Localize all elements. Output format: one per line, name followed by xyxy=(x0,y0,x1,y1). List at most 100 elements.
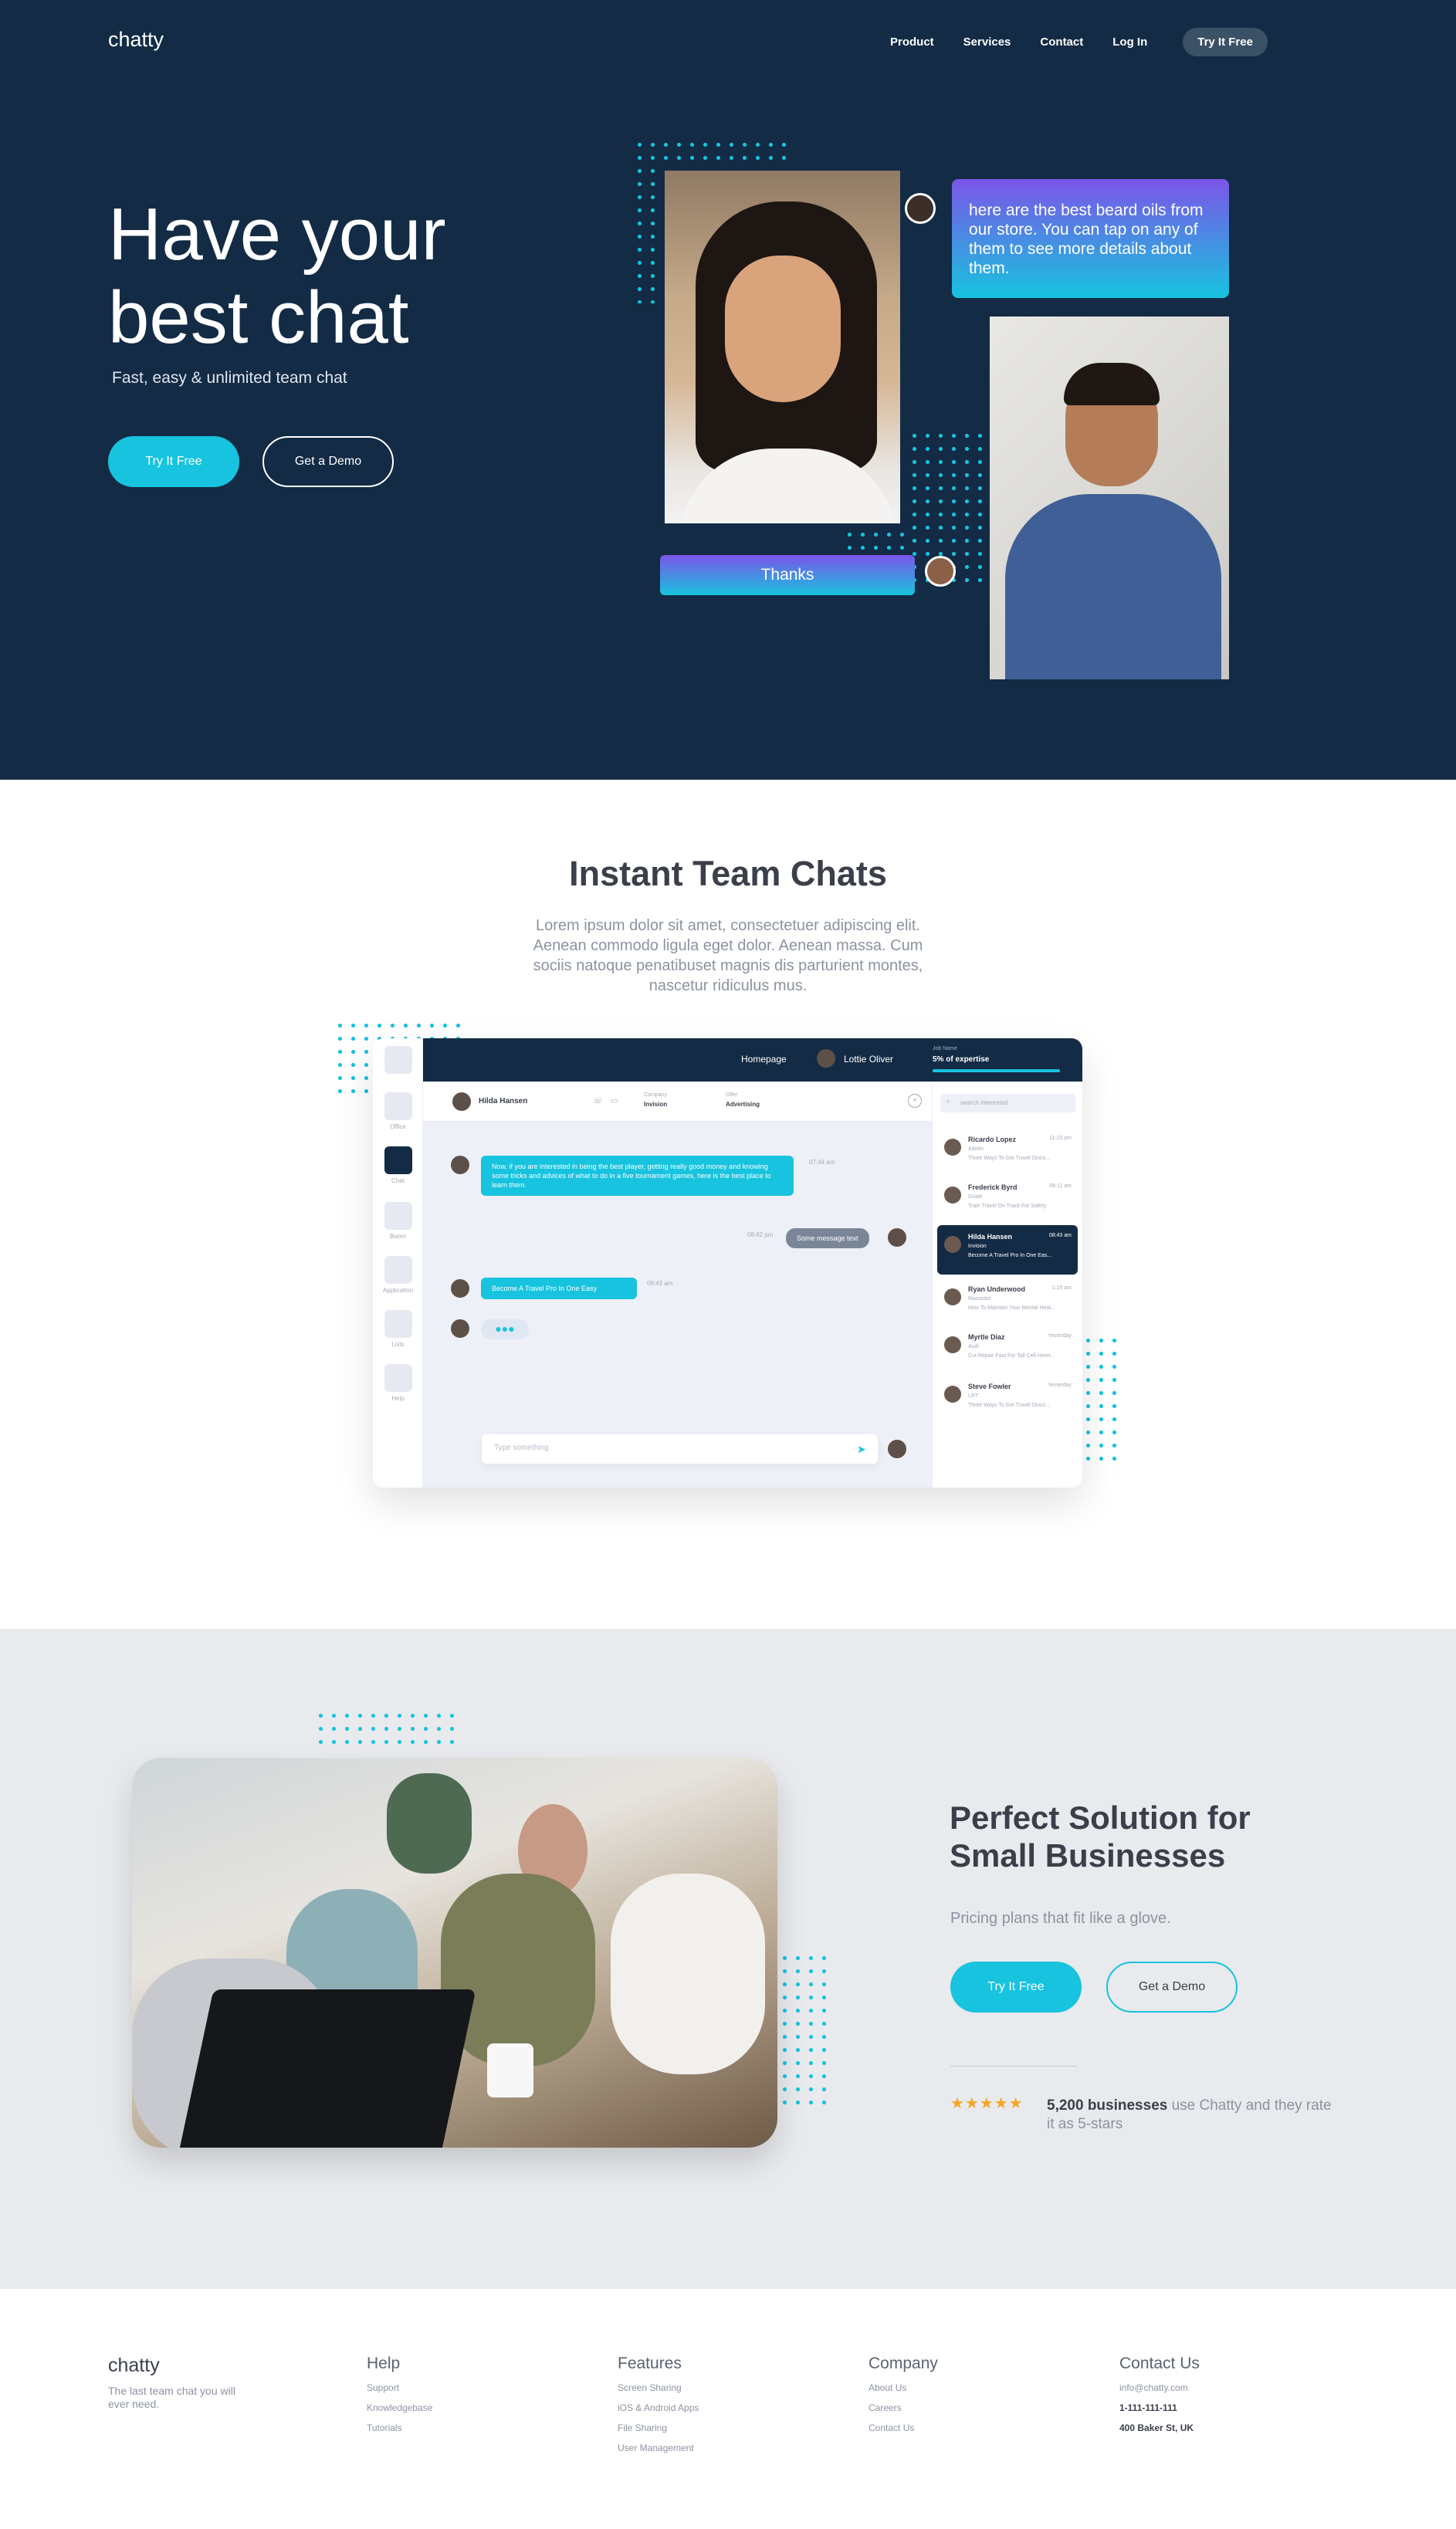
nav-contact-link[interactable]: Contact xyxy=(1040,36,1083,49)
contact-search-input[interactable]: search interested xyxy=(940,1094,1075,1112)
footer-email-link[interactable]: info@chatty.com xyxy=(1119,2382,1200,2393)
footer-link[interactable]: Contact Us xyxy=(869,2422,938,2433)
contact-name: Ricardo Lopez xyxy=(968,1136,1017,1143)
contact-name: Frederick Byrd xyxy=(968,1183,1018,1191)
dot-pattern xyxy=(778,1952,826,2108)
chat-messages: Now, if you are interested in being the … xyxy=(423,1122,932,1488)
avatar xyxy=(944,1187,961,1204)
footer-link[interactable]: Knowledgebase xyxy=(367,2402,432,2413)
footer-link[interactable]: File Sharing xyxy=(618,2422,699,2433)
app-sidebar: Office Chat Boom Application Lists Help xyxy=(373,1038,423,1488)
hero-subtitle: Fast, easy & unlimited team chat xyxy=(112,369,347,387)
contact-item[interactable]: Ricardo Lopez Admin Three Ways To Get Tr… xyxy=(937,1128,1078,1173)
offer-value: Advertising xyxy=(726,1101,760,1108)
avatar xyxy=(944,1288,961,1305)
rating-count: 5,200 businesses xyxy=(1047,2097,1168,2114)
homepage-link[interactable]: Homepage xyxy=(741,1054,787,1065)
video-icon[interactable]: ▭ xyxy=(611,1097,618,1105)
contact-item[interactable]: Frederick Byrd Guide Train Travel On Tra… xyxy=(937,1176,1078,1220)
message-input[interactable]: Type something xyxy=(482,1434,878,1464)
contact-company: Guide xyxy=(968,1194,983,1200)
close-icon[interactable]: × xyxy=(908,1094,922,1108)
nav-services-link[interactable]: Services xyxy=(963,36,1011,49)
contact-item[interactable]: Ryan Underwood Macrodor How To Maintain … xyxy=(937,1278,1078,1322)
footer-heading: Features xyxy=(618,2355,682,2372)
rating-text: 5,200 businesses use Chatty and they rat… xyxy=(1047,2097,1332,2134)
footer-link[interactable]: Tutorials xyxy=(367,2422,432,2433)
chat-header: Hilda Hansen ☏ ▭ Company Invision Offer … xyxy=(423,1082,932,1122)
nav-product-link[interactable]: Product xyxy=(890,36,934,49)
footer-heading: Company xyxy=(869,2355,938,2372)
contact-name: Steve Fowler xyxy=(968,1383,1011,1390)
help-icon[interactable] xyxy=(384,1364,412,1392)
app-topbar: Homepage Lottie Oliver Job Name 5% of ex… xyxy=(423,1038,1082,1082)
message-time: 08:43 am xyxy=(647,1280,673,1287)
message-bubble: Become A Travel Pro In One Easy xyxy=(481,1278,637,1299)
contact-item[interactable]: Hilda Hansen Invision Become A Travel Pr… xyxy=(937,1225,1078,1275)
dot-pattern xyxy=(633,138,787,164)
avatar xyxy=(888,1440,906,1458)
bell-icon[interactable] xyxy=(384,1202,412,1230)
avatar xyxy=(451,1319,469,1338)
briefcase-icon[interactable] xyxy=(384,1092,412,1120)
footer-link[interactable]: iOS & Android Apps xyxy=(618,2402,699,2413)
avatar xyxy=(888,1228,906,1247)
typing-indicator: ●●● xyxy=(481,1319,529,1339)
message-time: 07:44 am xyxy=(809,1159,835,1166)
footer-link[interactable]: Careers xyxy=(869,2402,938,2413)
avatar xyxy=(451,1156,469,1174)
current-user-name[interactable]: Lottie Oliver xyxy=(844,1054,893,1065)
contact-preview: Train Travel On Track For Safety xyxy=(968,1204,1047,1209)
avatar xyxy=(925,556,956,587)
footer-link[interactable]: User Management xyxy=(618,2443,699,2453)
contact-time: 08:43 am xyxy=(1048,1233,1072,1238)
hero-try-free-button[interactable]: Try It Free xyxy=(108,436,239,487)
logo[interactable]: chatty xyxy=(108,28,164,52)
contact-name: Myrtle Diaz xyxy=(968,1333,1005,1341)
section-description: Lorem ipsum dolor sit amet, consectetuer… xyxy=(533,917,923,994)
footer-link[interactable]: Screen Sharing xyxy=(618,2382,699,2393)
rail-label: Boom xyxy=(390,1233,406,1240)
contact-preview: Become A Travel Pro In One Eas... xyxy=(968,1253,1052,1258)
footer-link[interactable]: Support xyxy=(367,2382,432,2393)
rail-label: Help xyxy=(391,1395,405,1402)
solution-get-demo-button[interactable]: Get a Demo xyxy=(1106,1962,1238,2013)
hero-title: Have your best chat xyxy=(108,193,446,359)
contact-company: Audi xyxy=(968,1344,980,1349)
job-label: Job Name xyxy=(933,1046,957,1051)
offer-label: Offer xyxy=(726,1092,738,1098)
footer-link[interactable]: About Us xyxy=(869,2382,938,2393)
message-bubble: Now, if you are interested in being the … xyxy=(481,1156,794,1196)
solution-try-free-button[interactable]: Try It Free xyxy=(950,1962,1082,2013)
hero-get-demo-button[interactable]: Get a Demo xyxy=(262,436,394,487)
rail-label: Lists xyxy=(391,1341,405,1348)
contact-time: Yesterday xyxy=(1048,1333,1072,1339)
chat-icon[interactable] xyxy=(384,1146,412,1174)
job-value: 5% of expertise xyxy=(933,1055,990,1064)
company-label: Company xyxy=(644,1092,667,1098)
avatar xyxy=(452,1092,471,1111)
footer-logo[interactable]: chatty xyxy=(108,2355,160,2377)
chat-app-mockup: Office Chat Boom Application Lists Help … xyxy=(373,1038,1082,1488)
document-icon[interactable] xyxy=(384,1256,412,1284)
search-icon: ⌕ xyxy=(946,1097,951,1105)
hero-chat-bubble: here are the best beard oils from our st… xyxy=(952,179,1229,298)
list-icon[interactable] xyxy=(384,1310,412,1338)
footer-features-column: Features Screen Sharing iOS & Android Ap… xyxy=(618,2355,699,2463)
nav-try-free-button[interactable]: Try It Free xyxy=(1183,28,1268,56)
contact-item[interactable]: Myrtle Diaz Audi Cut Repair Fast For Tal… xyxy=(937,1325,1078,1370)
contact-time: 1:15 am xyxy=(1051,1285,1072,1291)
contact-item[interactable]: Steve Fowler LRT Three Ways To Get Trave… xyxy=(937,1375,1078,1420)
phone-icon[interactable]: ☏ xyxy=(593,1097,603,1105)
rail-label: Chat xyxy=(391,1177,405,1184)
nav-login-link[interactable]: Log In xyxy=(1112,36,1147,49)
send-icon[interactable]: ➤ xyxy=(857,1443,866,1456)
contact-preview: Cut Repair Fast For Tall Cell Herer... xyxy=(968,1353,1055,1359)
team-photo xyxy=(132,1758,777,2148)
instant-chats-section: Instant Team Chats Lorem ipsum dolor sit… xyxy=(0,780,1456,1629)
woman-photo xyxy=(665,171,900,523)
hero-thanks-bubble: Thanks xyxy=(660,555,915,595)
home-icon[interactable] xyxy=(384,1046,412,1074)
message-time: 08:42 pm xyxy=(747,1231,774,1238)
contact-list: search interested ⌕ Ricardo Lopez Admin … xyxy=(932,1082,1082,1488)
